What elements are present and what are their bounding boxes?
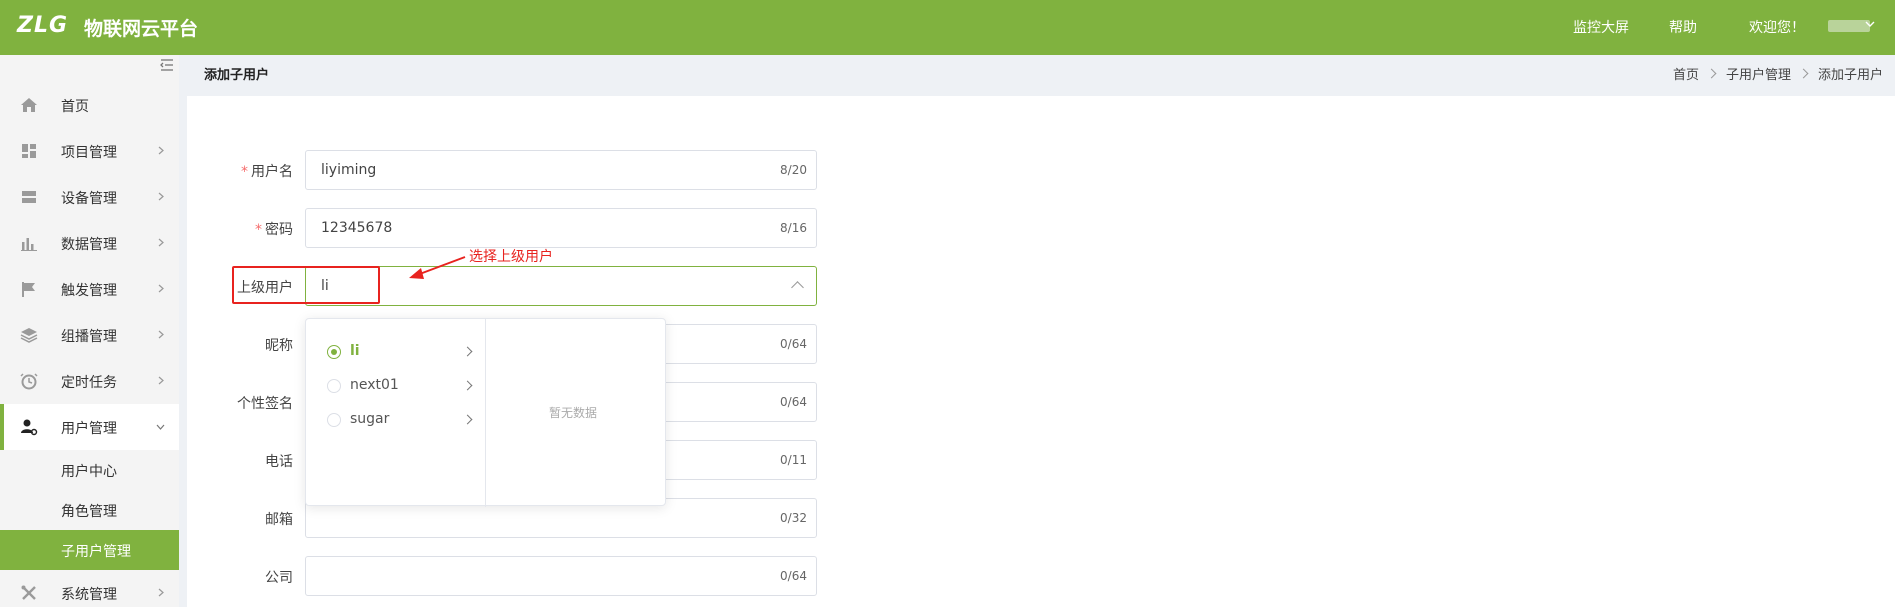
password-input[interactable]: 12345678 8/16 [305, 208, 817, 248]
breadcrumb-separator-icon [1706, 68, 1717, 79]
annotation-arrow-icon [409, 256, 466, 279]
help-link[interactable]: 帮助 [1669, 17, 1697, 37]
signature-label: 个性签名 [237, 396, 293, 412]
sidebar-item-label: 组播管理 [61, 329, 117, 345]
radio-icon[interactable] [327, 345, 341, 359]
sidebar: 首页 项目管理 设备管理 数据管理 触发管理 组播管理 定时任务 用户管理 用户… [0, 55, 179, 607]
radio-icon[interactable] [327, 413, 341, 427]
email-char-count: 0/32 [780, 511, 807, 525]
platform-name: 物联网云平台 [84, 18, 199, 40]
sidebar-subitem-label: 子用户管理 [61, 544, 131, 560]
annotation-text: 选择上级用户 [469, 249, 553, 265]
monitor-screen-link[interactable]: 监控大屏 [1573, 17, 1629, 37]
cascader-option-label: li [350, 343, 360, 359]
sidebar-item-label: 定时任务 [61, 375, 117, 391]
password-char-count: 8/16 [780, 221, 807, 235]
sidebar-item-scheduled-tasks[interactable]: 定时任务 [0, 358, 179, 404]
chevron-right-icon [462, 346, 473, 357]
chevron-right-icon [462, 380, 473, 391]
chevron-right-icon [462, 414, 473, 425]
flag-icon [22, 282, 35, 297]
company-input[interactable]: 0/64 [305, 556, 817, 596]
top-header: ZLG 物联网云平台 监控大屏 帮助 欢迎您！ [0, 0, 1895, 55]
sidebar-subitem-sub-user-management[interactable]: 子用户管理 [0, 530, 179, 570]
sidebar-subitem-user-center[interactable]: 用户中心 [0, 450, 179, 490]
cascader-option-sugar[interactable]: sugar [306, 402, 486, 436]
sidebar-item-multicast[interactable]: 组播管理 [0, 312, 179, 358]
username-label: * 用户名 [241, 164, 293, 180]
chevron-down-icon [156, 424, 165, 430]
cascader-option-label: sugar [350, 411, 390, 427]
sidebar-item-home[interactable]: 首页 [0, 82, 179, 128]
zlg-logo[interactable]: ZLG [17, 13, 68, 38]
nickname-char-count: 0/64 [780, 337, 807, 351]
chevron-down-icon[interactable] [1864, 18, 1876, 30]
breadcrumb-separator-icon [1798, 68, 1809, 79]
sidebar-item-system-management[interactable]: 系统管理 [0, 570, 179, 607]
chevron-right-icon [158, 192, 164, 201]
chevron-right-icon [158, 588, 164, 597]
chevron-right-icon [158, 238, 164, 247]
radio-icon[interactable] [327, 379, 341, 393]
phone-char-count: 0/11 [780, 453, 807, 467]
sidebar-subitem-label: 角色管理 [61, 504, 117, 520]
password-value: 12345678 [321, 220, 393, 236]
cascader-option-next01[interactable]: next01 [306, 368, 486, 402]
sidebar-item-label: 数据管理 [61, 237, 117, 253]
chevron-right-icon [158, 146, 164, 155]
tools-icon [21, 585, 36, 600]
chevron-right-icon [158, 376, 164, 385]
sidebar-item-label: 系统管理 [61, 587, 117, 603]
cascader-empty-text: 暂无数据 [549, 406, 598, 420]
company-char-count: 0/64 [780, 569, 807, 583]
username-char-count: 8/20 [780, 163, 807, 177]
sidebar-item-data[interactable]: 数据管理 [0, 220, 179, 266]
breadcrumb: 首页 子用户管理 添加子用户 [1673, 64, 1883, 83]
sidebar-item-label: 触发管理 [61, 283, 117, 299]
company-label: 公司 [265, 570, 293, 586]
welcome-text: 欢迎您！ [1749, 20, 1805, 36]
sidebar-item-user-management[interactable]: 用户管理 [0, 404, 179, 450]
sidebar-item-triggers[interactable]: 触发管理 [0, 266, 179, 312]
sidebar-item-label: 设备管理 [61, 191, 117, 207]
chevron-right-icon [158, 284, 164, 293]
grid-icon [22, 144, 36, 158]
bar-chart-icon [21, 238, 37, 251]
sidebar-item-projects[interactable]: 项目管理 [0, 128, 179, 174]
page-title: 添加子用户 [204, 68, 270, 83]
username-input[interactable]: liyiming 8/20 [305, 150, 817, 190]
chevron-right-icon [158, 330, 164, 339]
chevron-up-icon[interactable] [791, 281, 804, 294]
annotation-highlight-box [232, 266, 380, 304]
parent-user-dropdown: li next01 sugar 暂无数据 [305, 318, 666, 507]
cascader-option-label: next01 [350, 377, 399, 393]
cascader-menu: li next01 sugar [306, 319, 486, 507]
password-label: * 密码 [255, 222, 293, 238]
clock-icon [20, 373, 38, 390]
nickname-label: 昵称 [265, 338, 293, 354]
sidebar-subitem-label: 用户中心 [61, 464, 117, 480]
page-bar: 添加子用户 首页 子用户管理 添加子用户 [179, 55, 1895, 89]
collapse-menu-icon[interactable] [160, 58, 174, 72]
signature-char-count: 0/64 [780, 395, 807, 409]
sidebar-subitem-role-management[interactable]: 角色管理 [0, 490, 179, 530]
sidebar-item-devices[interactable]: 设备管理 [0, 174, 179, 220]
breadcrumb-sub-user-management[interactable]: 子用户管理 [1726, 64, 1791, 83]
sidebar-item-label: 首页 [61, 99, 89, 115]
home-icon [21, 98, 37, 112]
layers-icon [20, 328, 38, 343]
breadcrumb-current: 添加子用户 [1817, 68, 1883, 83]
user-gear-icon [21, 419, 38, 436]
username-value: liyiming [321, 162, 377, 178]
email-label: 邮箱 [265, 512, 293, 528]
sidebar-item-label: 项目管理 [61, 145, 117, 161]
cascader-option-li[interactable]: li [306, 334, 486, 368]
server-icon [22, 191, 36, 203]
parent-user-cascader[interactable]: li [305, 266, 817, 306]
phone-label: 电话 [265, 454, 293, 470]
sidebar-item-label: 用户管理 [61, 421, 117, 437]
breadcrumb-home[interactable]: 首页 [1673, 64, 1699, 83]
